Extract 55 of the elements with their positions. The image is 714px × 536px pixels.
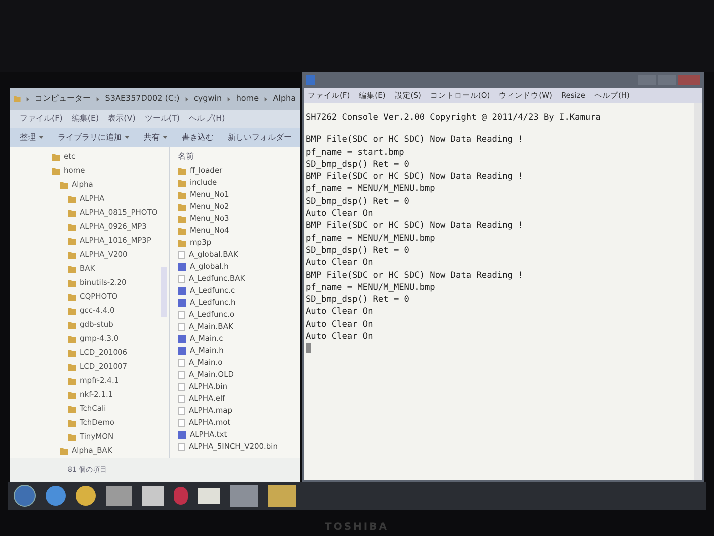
breadcrumb-item[interactable]: S3AE357D002 (C:) bbox=[105, 93, 180, 105]
scrollbar[interactable] bbox=[694, 103, 702, 480]
scrollbar-thumb[interactable] bbox=[161, 267, 167, 317]
console-line: SD_bmp_dsp() Ret = 0 bbox=[306, 294, 410, 306]
text-cursor bbox=[306, 343, 311, 354]
menu-item[interactable]: ファイル(F) bbox=[20, 113, 63, 125]
file-icon bbox=[178, 251, 185, 259]
menu-item[interactable]: ヘルプ(H) bbox=[189, 113, 226, 125]
console-line: pf_name = start.bmp bbox=[306, 146, 406, 159]
toolbar-button[interactable]: ライブラリに追加 bbox=[58, 132, 130, 144]
chevron-icon bbox=[96, 96, 100, 102]
terminal-app-icon bbox=[306, 75, 315, 85]
file-icon bbox=[178, 275, 185, 283]
toolbar-button[interactable]: 共有 bbox=[144, 132, 168, 144]
console-line: BMP File(SDC or HC SDC) Now Data Reading ! bbox=[306, 270, 524, 282]
breadcrumb-item[interactable]: Alpha bbox=[273, 93, 296, 105]
caret-icon bbox=[39, 135, 44, 140]
breadcrumb-item[interactable]: home bbox=[236, 93, 259, 105]
console-line: Auto Clear On bbox=[306, 208, 374, 220]
folder-icon bbox=[14, 95, 21, 103]
chevron-icon bbox=[184, 96, 190, 102]
menu-item[interactable]: 編集(E) bbox=[72, 113, 100, 125]
menu-item[interactable]: ツール(T) bbox=[144, 113, 180, 125]
chevron-icon bbox=[264, 96, 268, 102]
console-line: SD_bmp_dsp() Ret = 0 bbox=[306, 196, 410, 208]
console-line: Auto Clear On bbox=[306, 306, 374, 319]
toolbar-button[interactable]: 書き込む bbox=[182, 132, 214, 144]
console-line: Auto Clear On bbox=[306, 318, 374, 332]
file-icon bbox=[178, 443, 185, 451]
address-bar[interactable]: コンピューター S3AE357D002 (C:) cygwin home Alpha bbox=[10, 88, 300, 110]
console-line: BMP File(SDC or HC SDC) Now Data Reading ! bbox=[306, 171, 524, 184]
console-line: Auto Clear On bbox=[306, 257, 374, 270]
console-line: pf_name = MENU/M_MENU.bmp bbox=[306, 183, 436, 196]
source-file-icon bbox=[178, 431, 186, 439]
console-line: Auto Clear On bbox=[306, 331, 374, 344]
column-header[interactable]: 名前 bbox=[178, 151, 300, 165]
console-line: pf_name = MENU/M_MENU.bmp bbox=[306, 282, 436, 294]
toolbar-button[interactable]: 整理 bbox=[20, 132, 44, 144]
breadcrumb-item[interactable]: コンピューター bbox=[35, 93, 92, 105]
toolbar-button[interactable]: 新しいフォルダー bbox=[228, 132, 292, 144]
caret-icon bbox=[125, 135, 130, 140]
console-line: SD_bmp_dsp() Ret = 0 bbox=[306, 158, 410, 172]
start-button[interactable] bbox=[14, 485, 36, 507]
close-button[interactable] bbox=[678, 75, 700, 85]
source-file-icon bbox=[178, 263, 186, 271]
caret-icon bbox=[163, 135, 168, 140]
breadcrumb-item[interactable]: cygwin bbox=[194, 93, 222, 105]
console-line: BMP File(SDC or HC SDC) Now Data Reading ! bbox=[306, 220, 524, 233]
console-line: SH7262 Console Ver.2.00 Copyright @ 2011/4/23 By I.Kamura bbox=[306, 112, 602, 124]
chevron-icon bbox=[227, 96, 232, 102]
menu-item[interactable]: 表示(V) bbox=[108, 113, 136, 125]
chevron-icon bbox=[26, 96, 30, 102]
console-line: pf_name = MENU/M_MENU.bmp bbox=[306, 232, 436, 245]
console-line: SD_bmp_dsp() Ret = 0 bbox=[306, 244, 410, 258]
console-line: BMP File(SDC or HC SDC) Now Data Reading ! bbox=[306, 134, 524, 147]
